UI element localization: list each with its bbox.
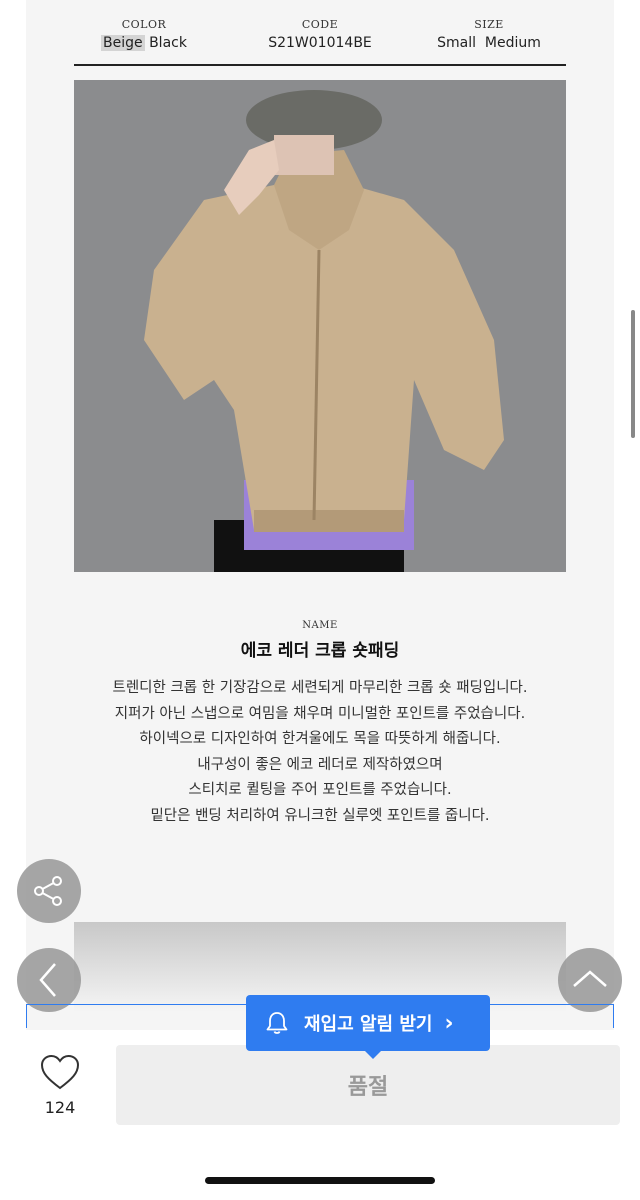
scroll-top-button[interactable]: [558, 948, 622, 1012]
share-icon: [34, 876, 62, 906]
spec-size: SIZE Small Medium: [434, 18, 544, 51]
heart-icon: [40, 1054, 80, 1090]
like-count: 124: [44, 1098, 76, 1117]
model-jacket-illustration: [74, 80, 566, 572]
spec-header: COLOR Beige Black CODE S21W01014BE SIZE …: [74, 0, 566, 66]
chevron-left-icon: [39, 963, 56, 997]
spec-color-values: Beige Black: [100, 35, 188, 51]
desc-line: 밑단은 밴딩 처리하여 유니크한 실루엣 포인트를 줍니다.: [150, 807, 490, 824]
desc-line: 내구성이 좋은 에코 레더로 제작하였으며: [197, 756, 443, 773]
desc-line: 트렌디한 크롭 한 기장감으로 세련되게 마무리한 크롭 숏 패딩입니다.: [112, 680, 528, 696]
restock-alert-button[interactable]: 재입고 알림 받기 ›: [246, 995, 490, 1051]
like-button[interactable]: [40, 1054, 80, 1091]
restock-label: 재입고 알림 받기: [304, 1014, 433, 1035]
chevron-up-icon: [573, 970, 607, 987]
product-description: 트렌디한 크롭 한 기장감으로 세련되게 마무리한 크롭 숏 패딩입니다. 지퍼…: [0, 676, 640, 829]
product-photo: [74, 80, 566, 572]
share-button[interactable]: [17, 859, 81, 923]
bell-icon: [266, 1012, 288, 1034]
spec-code-value: S21W01014BE: [268, 35, 372, 51]
scrollbar[interactable]: [631, 310, 635, 438]
desc-line: 지퍼가 아닌 스냅으로 여밈을 채우며 미니멀한 포인트를 주었습니다.: [114, 705, 526, 722]
spec-size-title: SIZE: [474, 18, 504, 31]
desc-line: 스티치로 퀼팅을 주어 포인트를 주었습니다.: [188, 782, 452, 798]
back-button[interactable]: [17, 948, 81, 1012]
product-name: 에코 레더 크롭 숏패딩: [240, 641, 400, 661]
spec-size-value: Small Medium: [437, 35, 541, 51]
color-option-selected[interactable]: Beige: [101, 35, 145, 51]
tooltip-tail: [364, 1050, 382, 1059]
spec-color-title: COLOR: [121, 18, 167, 31]
spec-color: COLOR Beige Black: [100, 18, 188, 51]
name-title: NAME: [302, 620, 338, 631]
desc-line: 하이넥으로 디자인하여 한겨울에도 목을 따뜻하게 해줍니다.: [139, 731, 501, 747]
color-option[interactable]: Black: [149, 35, 187, 51]
spec-code: CODE S21W01014BE: [260, 18, 380, 51]
spec-code-title: CODE: [301, 18, 339, 31]
chevron-right-icon: ›: [444, 1010, 454, 1036]
home-indicator: [205, 1177, 435, 1184]
